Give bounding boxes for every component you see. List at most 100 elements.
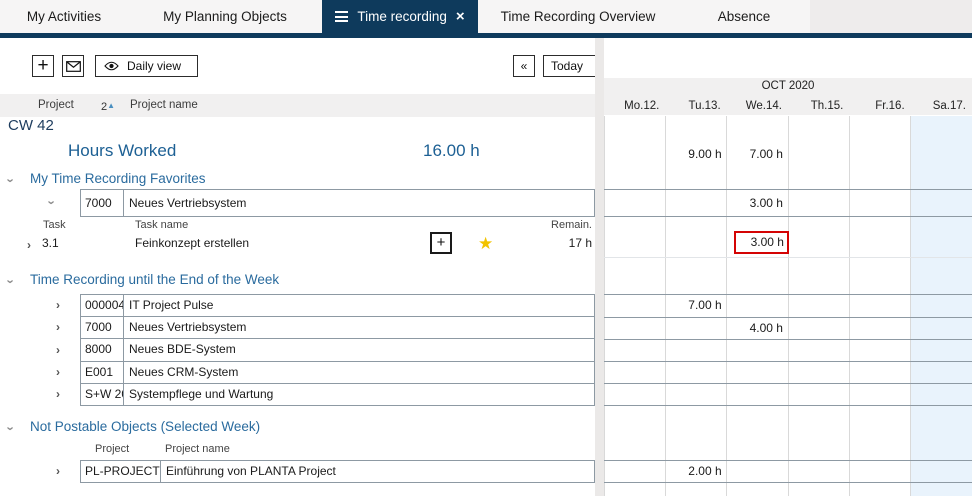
hour-entry-cell[interactable]: [788, 295, 849, 317]
hour-entry-cell[interactable]: [911, 340, 972, 361]
hour-entry-cell[interactable]: [604, 461, 665, 482]
project-name-cell[interactable]: Systempflege und Wartung: [124, 384, 594, 405]
add-booking-button[interactable]: +: [430, 232, 452, 254]
project-name-cell[interactable]: Neues CRM-System: [124, 362, 594, 383]
expand-chevron-icon[interactable]: ›: [27, 239, 31, 251]
pane-divider[interactable]: [595, 38, 604, 496]
not-postable-section-title[interactable]: Not Postable Objects (Selected Week): [30, 419, 260, 434]
project-code-cell[interactable]: PL-PROJECT: [81, 461, 161, 482]
collapse-chevron-icon[interactable]: ›: [5, 426, 18, 430]
project-column-header[interactable]: Project: [38, 94, 74, 117]
sort-indicator[interactable]: 2▲: [101, 94, 115, 119]
expand-chevron-icon[interactable]: ›: [56, 465, 60, 477]
hour-entry-cell[interactable]: [604, 340, 665, 361]
hour-entry-cell[interactable]: [788, 190, 849, 216]
project-code-cell[interactable]: 7000: [81, 317, 124, 338]
collapse-chevron-icon[interactable]: ›: [46, 200, 59, 204]
hour-entry-cell[interactable]: [604, 295, 665, 317]
project-name-column-header[interactable]: Project name: [130, 94, 198, 117]
task-id[interactable]: 3.1: [42, 236, 59, 250]
mail-button[interactable]: [62, 55, 84, 77]
selected-hour-entry-field[interactable]: 3.00 h: [734, 231, 789, 254]
favorite-star-icon[interactable]: ★: [478, 233, 493, 255]
hour-entry-cell[interactable]: [665, 231, 726, 255]
hour-entry-cell[interactable]: [665, 362, 726, 383]
tab-my-planning-objects[interactable]: My Planning Objects: [128, 0, 322, 33]
task-name[interactable]: Feinkonzept erstellen: [135, 236, 249, 250]
expand-chevron-icon[interactable]: ›: [56, 321, 60, 333]
hour-entry-cell[interactable]: [788, 340, 849, 361]
hour-entry-cell[interactable]: 3.00 h: [727, 231, 788, 255]
hour-entry-cell[interactable]: [665, 384, 726, 405]
hour-entry-cell[interactable]: [727, 295, 788, 317]
favorites-section-title[interactable]: My Time Recording Favorites: [30, 171, 206, 186]
hour-entry-cell[interactable]: [788, 461, 849, 482]
project-code-cell[interactable]: E001: [81, 362, 124, 383]
expand-chevron-icon[interactable]: ›: [56, 344, 60, 356]
hour-entry-cell[interactable]: [849, 318, 910, 339]
add-button[interactable]: +: [32, 55, 54, 77]
hour-entry-cell[interactable]: [665, 318, 726, 339]
previous-week-button[interactable]: «: [513, 55, 535, 77]
project-name-cell[interactable]: IT Project Pulse: [124, 295, 594, 316]
hour-entry-cell[interactable]: [604, 362, 665, 383]
hour-entry-cell[interactable]: [727, 461, 788, 482]
left-table-header: Project 2▲ Project name: [0, 94, 595, 117]
tab-time-recording[interactable]: Time recording ×: [322, 0, 478, 33]
hamburger-menu-icon[interactable]: [335, 11, 348, 22]
hour-entry-cell[interactable]: [665, 340, 726, 361]
week-section-title[interactable]: Time Recording until the End of the Week: [30, 272, 279, 287]
hour-entry-cell[interactable]: [849, 295, 910, 317]
project-code-cell[interactable]: 8000: [81, 339, 124, 360]
expand-chevron-icon[interactable]: ›: [56, 366, 60, 378]
hour-entry-cell[interactable]: [849, 461, 910, 482]
hour-entry-cell[interactable]: 7.00 h: [665, 295, 726, 317]
hour-entry-cell[interactable]: [727, 384, 788, 405]
hour-entry-cell[interactable]: [727, 340, 788, 361]
daily-view-button[interactable]: Daily view: [95, 55, 198, 77]
collapse-chevron-icon[interactable]: ›: [5, 279, 18, 283]
hour-entry-cell[interactable]: [849, 190, 910, 216]
hour-entry-cell[interactable]: [604, 318, 665, 339]
hour-entry-cell[interactable]: [849, 384, 910, 405]
hour-entry-cell[interactable]: [788, 318, 849, 339]
project-name-cell[interactable]: Neues Vertriebsystem: [124, 317, 594, 338]
hour-entry-cell[interactable]: [911, 190, 972, 216]
project-code-cell[interactable]: S+W 20XX: [81, 384, 124, 405]
today-select[interactable]: Today: [543, 55, 601, 77]
hour-entry-cell[interactable]: [911, 231, 972, 255]
project-name-cell[interactable]: Neues Vertriebsystem: [124, 190, 594, 216]
hour-entry-cell[interactable]: 3.00 h: [727, 190, 788, 216]
project-name-cell[interactable]: Einführung von PLANTA Project: [161, 461, 594, 482]
hour-entry-cell[interactable]: [911, 318, 972, 339]
hour-entry-cell[interactable]: [911, 362, 972, 383]
hour-entry-cell[interactable]: [911, 461, 972, 482]
hour-entry-cell[interactable]: 2.00 h: [665, 461, 726, 482]
hour-entry-cell[interactable]: [849, 231, 910, 255]
hour-entry-cell[interactable]: [911, 295, 972, 317]
tab-my-activities[interactable]: My Activities: [0, 0, 128, 33]
hour-entry-cell[interactable]: [788, 362, 849, 383]
project-row: 000004 IT Project Pulse: [81, 295, 594, 317]
tab-absence[interactable]: Absence: [678, 0, 810, 33]
hour-entry-cell[interactable]: [911, 384, 972, 405]
hour-entry-cell[interactable]: [727, 362, 788, 383]
hour-entry-cell[interactable]: 4.00 h: [727, 318, 788, 339]
collapse-chevron-icon[interactable]: ›: [5, 178, 18, 182]
hour-entry-cell[interactable]: [788, 384, 849, 405]
hour-entry-cell[interactable]: [604, 231, 665, 255]
hour-entry-cell[interactable]: [604, 190, 665, 216]
hour-entry-cell[interactable]: [849, 362, 910, 383]
expand-chevron-icon[interactable]: ›: [56, 299, 60, 311]
tab-time-recording-overview[interactable]: Time Recording Overview: [478, 0, 678, 33]
hour-entry-cell[interactable]: [604, 384, 665, 405]
hour-entry-cell[interactable]: [665, 190, 726, 216]
project-name-cell[interactable]: Neues BDE-System: [124, 339, 594, 360]
day-header-cell: Tu.13.: [665, 97, 726, 115]
project-code-cell[interactable]: 7000: [81, 190, 124, 216]
close-tab-icon[interactable]: ×: [456, 9, 465, 24]
hour-entry-cell[interactable]: [849, 340, 910, 361]
project-code-cell[interactable]: 000004: [81, 295, 124, 316]
hour-entry-cell[interactable]: [788, 231, 849, 255]
expand-chevron-icon[interactable]: ›: [56, 388, 60, 400]
